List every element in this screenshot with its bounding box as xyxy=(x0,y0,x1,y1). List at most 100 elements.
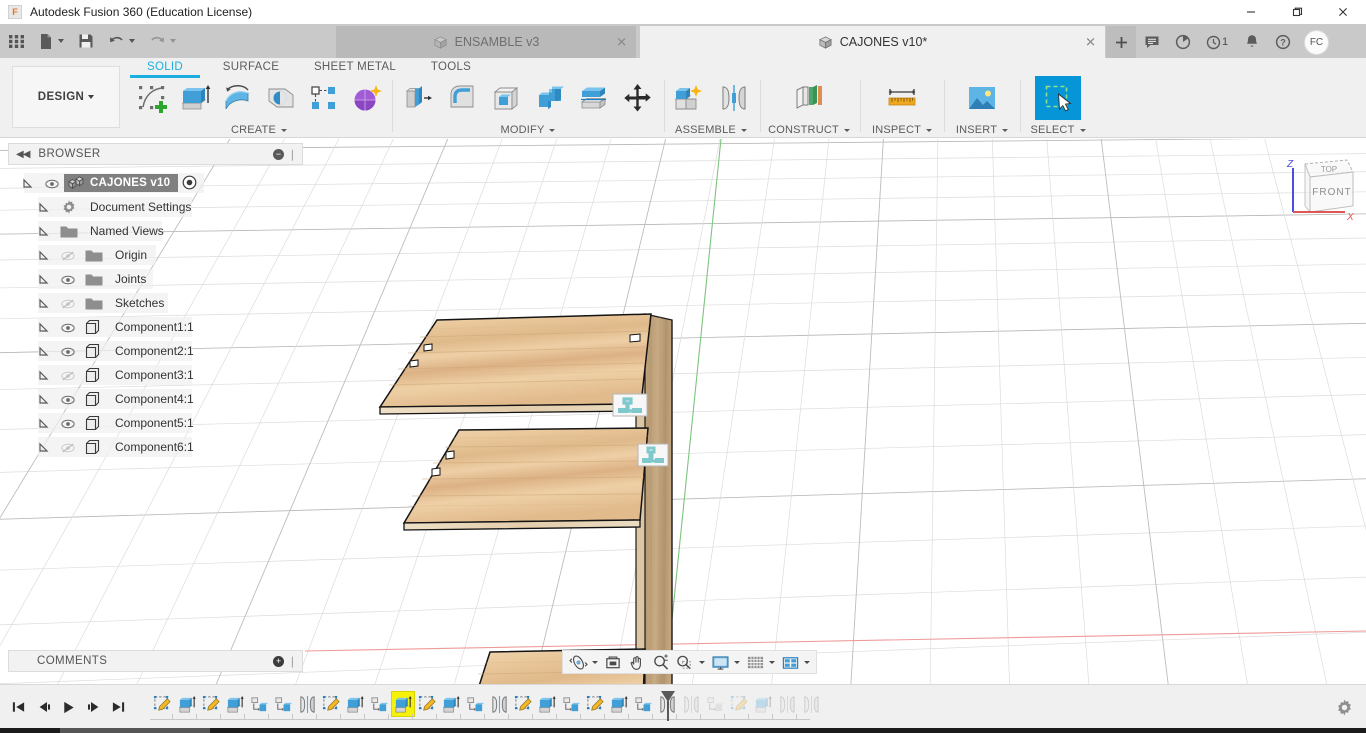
panel-label-modify[interactable]: MODIFY xyxy=(396,124,660,136)
expand-arrow-icon[interactable] xyxy=(38,273,50,291)
new-component-icon[interactable] xyxy=(666,76,711,120)
close-icon[interactable]: ✕ xyxy=(616,36,627,49)
panel-grip-icon[interactable]: ❘ xyxy=(288,148,297,161)
zoom-window-icon[interactable] xyxy=(673,651,708,673)
expand-arrow-icon[interactable] xyxy=(38,345,50,363)
expand-arrow-icon[interactable] xyxy=(38,249,50,267)
browser-root-row[interactable]: CAJONES v10 xyxy=(0,171,300,195)
document-tab-cajones[interactable]: CAJONES v10* ✕ xyxy=(640,26,1105,58)
panel-label-select[interactable]: SELECT xyxy=(1022,124,1094,136)
view-cube[interactable]: TOP FRONT Z X xyxy=(1277,150,1366,235)
redo-icon[interactable] xyxy=(142,24,183,58)
tab-solid[interactable]: SOLID xyxy=(144,61,186,73)
step-back-icon[interactable] xyxy=(31,693,56,721)
pan-icon[interactable] xyxy=(625,651,649,673)
close-icon[interactable] xyxy=(1320,0,1366,24)
step-forward-icon[interactable] xyxy=(81,693,106,721)
pattern-icon[interactable] xyxy=(302,76,345,120)
expand-arrow-icon[interactable] xyxy=(38,369,50,387)
go-to-end-icon[interactable] xyxy=(106,693,131,721)
timeline-scrollbar[interactable] xyxy=(60,728,210,733)
visibility-eye-icon[interactable] xyxy=(61,345,75,363)
save-icon[interactable] xyxy=(71,24,101,58)
workspace-switcher[interactable]: DESIGN xyxy=(12,66,120,128)
visibility-eye-hidden-icon[interactable] xyxy=(61,297,75,315)
timeline-feature-joint-dim[interactable] xyxy=(799,691,823,717)
form-icon[interactable] xyxy=(345,76,388,120)
document-tab-ensamble[interactable]: ENSAMBLE v3 ✕ xyxy=(336,26,636,58)
minimize-icon[interactable] xyxy=(1228,0,1274,24)
visibility-eye-icon[interactable] xyxy=(61,273,75,291)
browser-item-component5[interactable]: Component5:1 xyxy=(0,411,300,435)
select-window-icon[interactable] xyxy=(1035,76,1081,120)
visibility-eye-icon[interactable] xyxy=(45,177,59,195)
measure-icon[interactable] xyxy=(879,76,925,120)
sweep-icon[interactable] xyxy=(259,76,302,120)
browser-item-component1[interactable]: Component1:1 xyxy=(0,315,300,339)
tab-surface[interactable]: SURFACE xyxy=(216,61,286,73)
browser-minimize-button[interactable]: − xyxy=(273,149,284,160)
tab-sheet-metal[interactable]: SHEET METAL xyxy=(312,61,398,73)
browser-item-component6[interactable]: Component6:1 xyxy=(0,435,300,459)
visibility-eye-icon[interactable] xyxy=(61,393,75,411)
panel-label-assemble[interactable]: ASSEMBLE xyxy=(666,124,756,136)
new-file-icon[interactable] xyxy=(32,24,71,58)
timeline-settings-gear-icon[interactable] xyxy=(1330,693,1358,721)
help-icon[interactable]: ? xyxy=(1267,26,1298,58)
grid-snaps-icon[interactable] xyxy=(743,651,778,673)
visibility-eye-icon[interactable] xyxy=(61,321,75,339)
viewports-icon[interactable] xyxy=(778,651,813,673)
comment-icon[interactable] xyxy=(1136,26,1167,58)
timeline-feature-sketch[interactable] xyxy=(150,691,174,717)
new-tab-button[interactable] xyxy=(1106,26,1136,58)
panel-label-insert[interactable]: INSERT xyxy=(946,124,1018,136)
browser-item-component4[interactable]: Component4:1 xyxy=(0,387,300,411)
construction-plane-icon[interactable] xyxy=(786,76,832,120)
avatar[interactable]: FC xyxy=(1304,30,1329,55)
expand-arrow-icon[interactable] xyxy=(38,297,50,315)
browser-item-sketches[interactable]: Sketches xyxy=(0,291,300,315)
collapse-left-icon[interactable]: ◀◀ xyxy=(16,149,29,160)
expand-arrow-icon[interactable] xyxy=(38,393,50,411)
expand-arrow-icon[interactable] xyxy=(38,201,50,219)
orbit-icon[interactable] xyxy=(566,651,601,673)
expand-arrow-icon[interactable] xyxy=(38,225,50,243)
shell-icon[interactable] xyxy=(484,76,528,120)
look-at-icon[interactable] xyxy=(601,651,625,673)
add-comment-button[interactable]: + xyxy=(273,656,284,667)
expand-arrow-icon[interactable] xyxy=(22,177,34,195)
visibility-eye-hidden-icon[interactable] xyxy=(61,249,75,267)
play-icon[interactable] xyxy=(56,693,81,721)
close-icon[interactable]: ✕ xyxy=(1085,36,1096,49)
browser-item-named-views[interactable]: Named Views xyxy=(0,219,300,243)
create-sketch-icon[interactable] xyxy=(130,76,173,120)
browser-item-origin[interactable]: Origin xyxy=(0,243,300,267)
browser-item-component2[interactable]: Component2:1 xyxy=(0,339,300,363)
active-component-icon[interactable] xyxy=(182,175,197,195)
undo-icon[interactable] xyxy=(101,24,142,58)
visibility-eye-hidden-icon[interactable] xyxy=(61,369,75,387)
browser-item-document-settings[interactable]: Document Settings xyxy=(0,195,300,219)
panel-label-inspect[interactable]: INSPECT xyxy=(862,124,942,136)
panel-grip-icon[interactable]: ❘ xyxy=(288,655,297,668)
expand-arrow-icon[interactable] xyxy=(38,417,50,435)
panel-label-construct[interactable]: CONSTRUCT xyxy=(762,124,856,136)
recent-activity-icon[interactable]: 1 xyxy=(1198,26,1236,58)
press-pull-icon[interactable] xyxy=(396,76,440,120)
combine-icon[interactable] xyxy=(528,76,572,120)
revolve-icon[interactable] xyxy=(216,76,259,120)
move-copy-icon[interactable] xyxy=(616,76,660,120)
browser-item-component3[interactable]: Component3:1 xyxy=(0,363,300,387)
expand-arrow-icon[interactable] xyxy=(38,441,50,459)
job-status-icon[interactable] xyxy=(1167,26,1198,58)
root-component-chip[interactable]: CAJONES v10 xyxy=(64,174,178,192)
panel-label-create[interactable]: CREATE xyxy=(130,124,388,136)
visibility-eye-icon[interactable] xyxy=(61,417,75,435)
split-face-icon[interactable] xyxy=(572,76,616,120)
app-grid-icon[interactable] xyxy=(0,24,32,58)
bell-icon[interactable] xyxy=(1236,26,1267,58)
browser-item-joints[interactable]: Joints xyxy=(0,267,300,291)
expand-arrow-icon[interactable] xyxy=(38,321,50,339)
joint-icon[interactable] xyxy=(711,76,756,120)
insert-image-icon[interactable] xyxy=(959,76,1005,120)
